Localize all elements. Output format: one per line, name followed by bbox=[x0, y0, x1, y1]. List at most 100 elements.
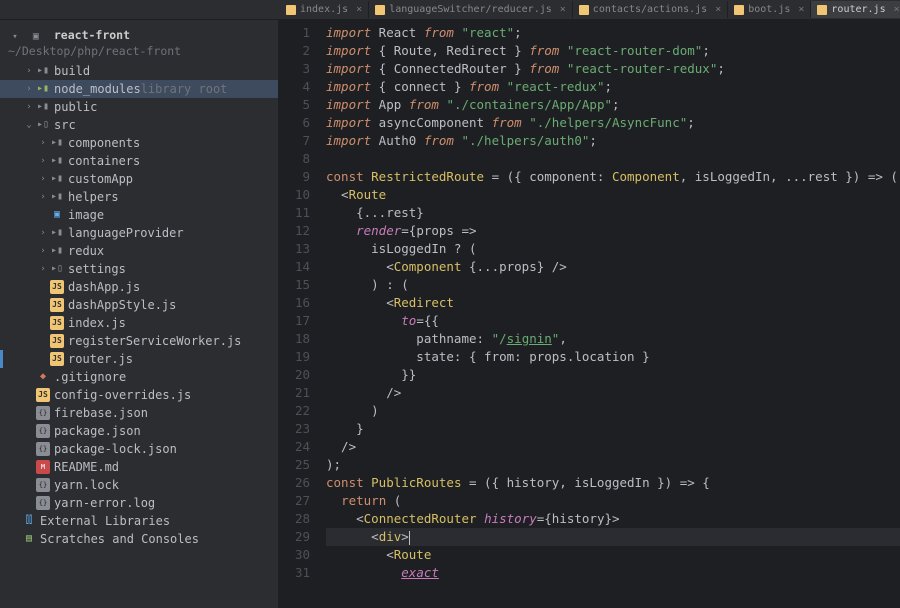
code-line-20[interactable]: }} bbox=[326, 366, 900, 384]
code-line-13[interactable]: isLoggedIn ? ( bbox=[326, 240, 900, 258]
chevron-icon[interactable]: › bbox=[36, 156, 50, 166]
code-line-3[interactable]: import { ConnectedRouter } from "react-r… bbox=[326, 60, 900, 78]
tree-item-yarn-lock[interactable]: {}yarn.lock bbox=[0, 476, 278, 494]
code-line-18[interactable]: pathname: "/signin", bbox=[326, 330, 900, 348]
tree-item-settings[interactable]: ›▸▯settings bbox=[0, 260, 278, 278]
code-line-11[interactable]: {...rest} bbox=[326, 204, 900, 222]
folder-icon: ▸▮ bbox=[50, 154, 64, 168]
chevron-icon[interactable]: › bbox=[22, 84, 36, 94]
code-editor[interactable]: 1234567891011121314151617181920212223242… bbox=[278, 20, 900, 608]
code-line-15[interactable]: ) : ( bbox=[326, 276, 900, 294]
chevron-icon[interactable]: › bbox=[36, 246, 50, 256]
code-line-22[interactable]: ) bbox=[326, 402, 900, 420]
chevron-icon[interactable]: › bbox=[22, 102, 36, 112]
library-icon: ⫿⫿ bbox=[22, 514, 36, 528]
tree-item-README-md[interactable]: MREADME.md bbox=[0, 458, 278, 476]
close-icon[interactable]: × bbox=[356, 4, 362, 15]
code-area[interactable]: import React from "react";import { Route… bbox=[318, 20, 900, 608]
code-line-6[interactable]: import asyncComponent from "./helpers/As… bbox=[326, 114, 900, 132]
tree-item-image[interactable]: ▣image bbox=[0, 206, 278, 224]
code-line-1[interactable]: import React from "react"; bbox=[326, 24, 900, 42]
close-icon[interactable]: × bbox=[798, 4, 804, 15]
text-cursor bbox=[409, 531, 410, 545]
js-file-icon: JS bbox=[50, 334, 64, 348]
code-line-16[interactable]: <Redirect bbox=[326, 294, 900, 312]
tree-item-config-overrides-js[interactable]: JSconfig-overrides.js bbox=[0, 386, 278, 404]
tree-item-containers[interactable]: ›▸▮containers bbox=[0, 152, 278, 170]
code-line-24[interactable]: /> bbox=[326, 438, 900, 456]
tree-item-public[interactable]: ›▸▮public bbox=[0, 98, 278, 116]
tree-item-src[interactable]: ⌄▸▯src bbox=[0, 116, 278, 134]
chevron-icon[interactable]: ⌄ bbox=[22, 120, 36, 130]
tree-label: components bbox=[68, 136, 140, 150]
js-file-icon bbox=[579, 5, 589, 15]
code-line-4[interactable]: import { connect } from "react-redux"; bbox=[326, 78, 900, 96]
tree-item-registerServiceWorker-js[interactable]: JSregisterServiceWorker.js bbox=[0, 332, 278, 350]
code-line-17[interactable]: to={{ bbox=[326, 312, 900, 330]
tree-item-External-Libraries[interactable]: ⫿⫿External Libraries bbox=[0, 512, 278, 530]
tree-label: src bbox=[54, 118, 76, 132]
tree-item-package-json[interactable]: {}package.json bbox=[0, 422, 278, 440]
tab-router-js[interactable]: router.js× bbox=[811, 1, 900, 18]
tree-label: helpers bbox=[68, 190, 119, 204]
code-line-5[interactable]: import App from "./containers/App/App"; bbox=[326, 96, 900, 114]
code-line-31[interactable]: exact bbox=[326, 564, 900, 582]
folder-icon: ▸▮ bbox=[36, 100, 50, 114]
tab-index-js[interactable]: index.js× bbox=[280, 1, 369, 18]
tree-item--gitignore[interactable]: ◆.gitignore bbox=[0, 368, 278, 386]
code-line-26[interactable]: const PublicRoutes = ({ history, isLogge… bbox=[326, 474, 900, 492]
chevron-icon[interactable]: › bbox=[36, 228, 50, 238]
tree-item-build[interactable]: ›▸▮build bbox=[0, 62, 278, 80]
code-line-2[interactable]: import { Route, Redirect } from "react-r… bbox=[326, 42, 900, 60]
code-line-19[interactable]: state: { from: props.location } bbox=[326, 348, 900, 366]
code-line-23[interactable]: } bbox=[326, 420, 900, 438]
code-line-29[interactable]: <div> bbox=[326, 528, 900, 546]
json-file-icon: {} bbox=[36, 406, 50, 420]
tree-label: .gitignore bbox=[54, 370, 126, 384]
code-line-30[interactable]: <Route bbox=[326, 546, 900, 564]
code-line-21[interactable]: /> bbox=[326, 384, 900, 402]
code-line-7[interactable]: import Auth0 from "./helpers/auth0"; bbox=[326, 132, 900, 150]
tree-item-redux[interactable]: ›▸▮redux bbox=[0, 242, 278, 260]
chevron-icon[interactable]: › bbox=[36, 174, 50, 184]
tree-item-package-lock-json[interactable]: {}package-lock.json bbox=[0, 440, 278, 458]
code-line-9[interactable]: const RestrictedRoute = ({ component: Co… bbox=[326, 168, 900, 186]
tree-item-node-modules[interactable]: ›▸▮node_modules library root bbox=[0, 80, 278, 98]
code-line-14[interactable]: <Component {...props} /> bbox=[326, 258, 900, 276]
close-icon[interactable]: × bbox=[560, 4, 566, 15]
code-line-27[interactable]: return ( bbox=[326, 492, 900, 510]
tree-label: Scratches and Consoles bbox=[40, 532, 199, 546]
tree-item-helpers[interactable]: ›▸▮helpers bbox=[0, 188, 278, 206]
tree-item-dashAppStyle-js[interactable]: JSdashAppStyle.js bbox=[0, 296, 278, 314]
chevron-icon[interactable]: › bbox=[36, 138, 50, 148]
close-icon[interactable]: × bbox=[715, 4, 721, 15]
tree-item-firebase-json[interactable]: {}firebase.json bbox=[0, 404, 278, 422]
tree-item-languageProvider[interactable]: ›▸▮languageProvider bbox=[0, 224, 278, 242]
tab-contacts-actions-js[interactable]: contacts/actions.js× bbox=[573, 1, 728, 18]
code-line-8[interactable] bbox=[326, 150, 900, 168]
code-line-25[interactable]: ); bbox=[326, 456, 900, 474]
tree-label: index.js bbox=[68, 316, 126, 330]
tab-languageSwitcher-reducer-js[interactable]: languageSwitcher/reducer.js× bbox=[369, 1, 573, 18]
code-line-12[interactable]: render={props => bbox=[326, 222, 900, 240]
chevron-icon[interactable]: › bbox=[22, 66, 36, 76]
tree-item-Scratches-and-Consoles[interactable]: ▤Scratches and Consoles bbox=[0, 530, 278, 548]
chevron-icon[interactable]: › bbox=[36, 264, 50, 274]
chevron-icon[interactable]: › bbox=[36, 192, 50, 202]
js-file-icon: JS bbox=[50, 352, 64, 366]
tab-boot-js[interactable]: boot.js× bbox=[728, 1, 811, 18]
tree-label: redux bbox=[68, 244, 104, 258]
tree-item-components[interactable]: ›▸▮components bbox=[0, 134, 278, 152]
tree-label: dashAppStyle.js bbox=[68, 298, 176, 312]
close-icon[interactable]: × bbox=[894, 4, 900, 15]
tree-item-dashApp-js[interactable]: JSdashApp.js bbox=[0, 278, 278, 296]
code-line-10[interactable]: <Route bbox=[326, 186, 900, 204]
tree-item-yarn-error-log[interactable]: {}yarn-error.log bbox=[0, 494, 278, 512]
js-file-icon bbox=[286, 5, 296, 15]
code-line-28[interactable]: <ConnectedRouter history={history}> bbox=[326, 510, 900, 528]
tree-item-router-js[interactable]: JSrouter.js bbox=[0, 350, 278, 368]
project-sidebar[interactable]: ▾ ▣ react-front ~/Desktop/php/react-fron… bbox=[0, 20, 278, 608]
tree-item-customApp[interactable]: ›▸▮customApp bbox=[0, 170, 278, 188]
tree-item-index-js[interactable]: JSindex.js bbox=[0, 314, 278, 332]
folder-icon: ▸▮ bbox=[36, 64, 50, 78]
